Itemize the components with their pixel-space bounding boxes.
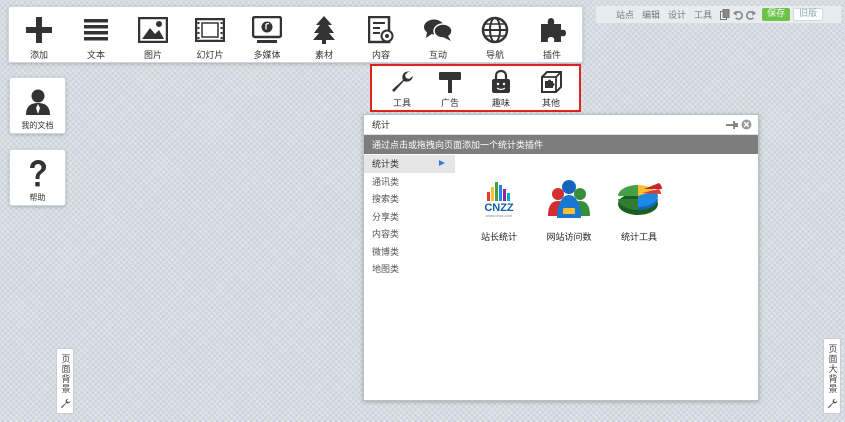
film-strip-icon: [194, 15, 226, 45]
category-content[interactable]: 内容类: [364, 225, 455, 243]
plugin-label: 网站访问数: [546, 233, 592, 243]
toolbar-text-button[interactable]: 文本: [70, 7, 122, 64]
plugin-cnzz-stats[interactable]: CNZZ www.cnzz.com 站长统计: [464, 177, 534, 243]
content-document-icon: [365, 15, 397, 45]
toolbar-interaction-label: 互动: [428, 51, 447, 61]
page-background-tab[interactable]: 页面背景: [56, 348, 74, 414]
my-documents-button[interactable]: 我的文档: [9, 77, 66, 134]
puzzle-box-icon: [537, 70, 565, 94]
active-arrow-icon: [439, 160, 445, 166]
subtool-fun-button[interactable]: 趣味: [477, 66, 525, 110]
plugin-subtoolbar: 工具 广告 趣味 其他: [370, 64, 581, 112]
category-label: 通讯类: [372, 177, 400, 188]
category-share[interactable]: 分享类: [364, 208, 455, 226]
plugin-stats-tool[interactable]: 统计工具: [604, 177, 674, 243]
help-label: 帮助: [29, 193, 46, 202]
toolbar-plugin-label: 插件: [542, 51, 561, 61]
my-documents-label: 我的文档: [21, 121, 54, 130]
subtool-other-label: 其他: [541, 99, 560, 109]
category-communication[interactable]: 通讯类: [364, 173, 455, 191]
toolbar-add-label: 添加: [29, 51, 48, 61]
wrench-icon: [388, 70, 416, 94]
pin-icon[interactable]: [726, 120, 738, 130]
plugin-visit-counter[interactable]: 网站访问数: [534, 177, 604, 243]
toolbar-text-label: 文本: [86, 51, 105, 61]
toolbar-interaction-button[interactable]: 互动: [412, 7, 464, 64]
subtool-ads-button[interactable]: 广告: [426, 66, 474, 110]
subtool-tools-button[interactable]: 工具: [378, 66, 426, 110]
puzzle-icon: [536, 15, 568, 45]
toolbar-picture-button[interactable]: 图片: [127, 7, 179, 64]
toolbar-picture-label: 图片: [143, 51, 162, 61]
subtool-other-button[interactable]: 其他: [527, 66, 575, 110]
cnzz-logo-subtext: www.cnzz.com: [486, 213, 513, 218]
plus-icon: [23, 15, 55, 45]
question-mark-icon: [23, 159, 53, 189]
old-version-button[interactable]: 旧版: [793, 8, 824, 21]
save-button[interactable]: 保存: [762, 8, 791, 21]
subtool-tools-label: 工具: [392, 99, 411, 109]
cnzz-logo-icon: CNZZ www.cnzz.com: [475, 177, 523, 221]
undo-icon[interactable]: [733, 9, 744, 20]
chat-bubbles-icon: [422, 15, 454, 45]
category-label: 内容类: [372, 230, 400, 241]
toolbar-add-button[interactable]: 添加: [13, 7, 65, 64]
stats-plugin-panel: 统计 通过点击或拖拽向页面添加一个统计类插件 统计类 通讯类 搜索类 分享类 内…: [363, 114, 759, 401]
category-label: 微博类: [372, 247, 400, 258]
text-lines-icon: [80, 15, 112, 45]
toolbar-slideshow-label: 幻灯片: [196, 51, 224, 61]
picture-icon: [137, 15, 169, 45]
tools-link[interactable]: 工具: [694, 8, 712, 21]
toolbar-multimedia-button[interactable]: 多媒体: [241, 7, 293, 64]
category-list: 统计类 通讯类 搜索类 分享类 内容类 微博类 地图类: [364, 155, 455, 278]
toolbar-multimedia-label: 多媒体: [253, 51, 281, 61]
wrench-small-icon: [58, 396, 72, 410]
toolbar-navigation-button[interactable]: 导航: [469, 7, 521, 64]
toolbar-plugin-button[interactable]: 插件: [526, 7, 578, 64]
panel-header: 统计: [364, 115, 758, 135]
site-link[interactable]: 站点: [616, 8, 634, 21]
category-stats[interactable]: 统计类: [364, 155, 455, 173]
category-map[interactable]: 地图类: [364, 260, 455, 278]
subtool-ads-label: 广告: [440, 99, 459, 109]
category-label: 搜索类: [372, 195, 400, 206]
page-background-label: 页面背景: [59, 354, 70, 394]
subtool-fun-label: 趣味: [491, 99, 510, 109]
people-group-icon: [545, 177, 593, 221]
category-label: 分享类: [372, 212, 400, 223]
user-avatar-icon: [23, 87, 53, 117]
category-label: 统计类: [372, 160, 400, 171]
media-player-icon: [251, 15, 283, 45]
toolbar-navigation-label: 导航: [485, 51, 504, 61]
billboard-icon: [436, 70, 464, 94]
globe-icon: [479, 15, 511, 45]
smile-bag-icon: [487, 70, 515, 94]
category-label: 地图类: [372, 265, 400, 276]
edit-link[interactable]: 编辑: [642, 8, 660, 21]
page-big-background-tab[interactable]: 页面大背景: [823, 338, 841, 414]
main-toolbar: 添加 文本 图片 幻灯片 多媒体 素材 内容 互动 导航 插件: [8, 6, 583, 63]
panel-description: 通过点击或拖拽向页面添加一个统计类插件: [364, 135, 758, 154]
category-weibo[interactable]: 微博类: [364, 243, 455, 261]
design-link[interactable]: 设计: [668, 8, 686, 21]
copy-icon[interactable]: [720, 9, 730, 20]
toolbar-content-label: 内容: [371, 51, 390, 61]
page-big-background-label: 页面大背景: [826, 344, 837, 394]
top-action-bar: 站点 编辑 设计 工具 保存 旧版: [596, 6, 841, 23]
category-search[interactable]: 搜索类: [364, 190, 455, 208]
redo-icon[interactable]: [746, 9, 757, 20]
plugin-label: 统计工具: [620, 233, 657, 243]
help-button[interactable]: 帮助: [9, 149, 66, 206]
toolbar-material-button[interactable]: 素材: [298, 7, 350, 64]
toolbar-content-button[interactable]: 内容: [355, 7, 407, 64]
close-icon[interactable]: [741, 119, 752, 130]
wrench-small-icon: [825, 396, 839, 410]
panel-title: 统计: [372, 121, 391, 131]
plugin-label: 站长统计: [480, 233, 517, 243]
toolbar-slideshow-button[interactable]: 幻灯片: [184, 7, 236, 64]
pie-chart-3d-icon: [615, 177, 663, 221]
tree-icon: [308, 15, 340, 45]
toolbar-material-label: 素材: [314, 51, 333, 61]
